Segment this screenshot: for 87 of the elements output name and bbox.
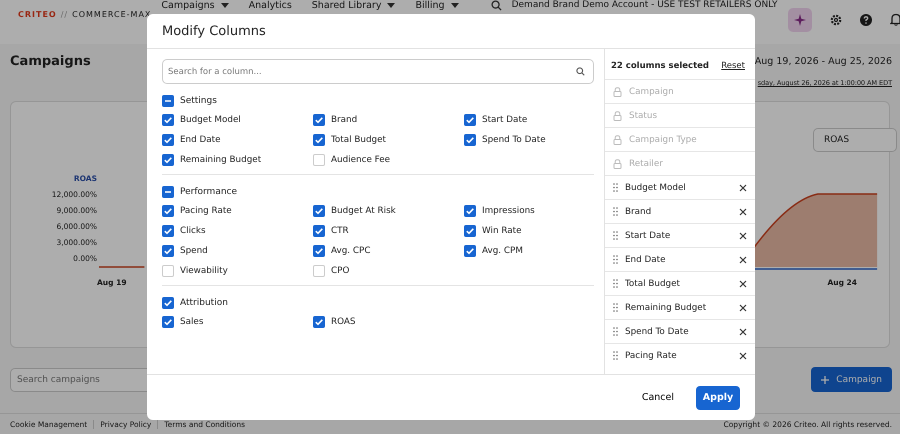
nav-link[interactable]: Shared Library <box>312 0 396 11</box>
column-checkbox[interactable]: Budget At Risk <box>313 205 464 217</box>
column-checkbox[interactable]: ROAS <box>313 316 464 328</box>
caret-icon <box>387 3 396 8</box>
column-checkbox[interactable]: Viewability <box>162 265 313 277</box>
selected-count: 22 columns selected <box>611 61 710 71</box>
reset-link[interactable]: Reset <box>721 61 745 71</box>
column-checkbox[interactable]: Budget Model <box>162 114 313 126</box>
selected-column-item[interactable]: Pacing Rate <box>605 343 755 367</box>
column-checkbox[interactable]: Spend To Date <box>464 134 604 146</box>
column-checkbox[interactable]: Sales <box>162 316 313 328</box>
close-icon[interactable] <box>739 352 747 360</box>
drag-handle-icon[interactable] <box>613 279 618 288</box>
logo-brand[interactable]: CRITEO <box>18 10 57 19</box>
close-icon[interactable] <box>739 280 747 288</box>
column-checkbox[interactable]: Spend <box>162 245 313 257</box>
line-series-segment <box>98 266 144 268</box>
notification-bell-icon[interactable] <box>890 13 900 26</box>
dialog-title: Modify Columns <box>162 24 266 38</box>
locked-column-item: Campaign Type <box>605 127 755 151</box>
metric-select[interactable]: ROAS <box>813 128 897 152</box>
selected-column-item[interactable]: Spend To Date <box>605 319 755 343</box>
caret-icon <box>450 3 459 8</box>
column-checkbox[interactable]: Avg. CPC <box>313 245 464 257</box>
account-name[interactable]: Demand Brand Demo Account - USE TEST RETAILERS ONLY <box>512 0 778 11</box>
column-checkbox[interactable]: CPO <box>313 265 464 277</box>
search-icon <box>490 0 502 11</box>
close-icon[interactable] <box>739 232 747 240</box>
section-checkbox[interactable]: Attribution <box>162 297 594 309</box>
cancel-button[interactable]: Cancel <box>636 391 680 404</box>
date-range[interactable]: Aug 19, 2026 - Aug 25, 2026 <box>754 56 892 66</box>
logo-separator: // <box>60 10 68 19</box>
drag-handle-icon[interactable] <box>613 183 618 192</box>
close-icon[interactable] <box>739 328 747 336</box>
column-checkbox[interactable]: Clicks <box>162 225 313 237</box>
plus-icon <box>821 376 830 384</box>
nav-link[interactable]: Campaigns <box>161 0 229 11</box>
selected-column-item[interactable]: Remaining Budget <box>605 295 755 319</box>
new-campaign-button[interactable]: Campaign <box>811 367 892 392</box>
selected-column-item[interactable]: Brand <box>605 199 755 223</box>
drag-handle-icon[interactable] <box>613 231 618 240</box>
selected-column-item[interactable]: Start Date <box>605 223 755 247</box>
column-checkbox[interactable]: CTR <box>313 225 464 237</box>
lock-icon <box>613 158 622 168</box>
drag-handle-icon[interactable] <box>613 327 618 336</box>
logo-product: COMMERCE-MAX <box>72 10 152 19</box>
column-checkbox[interactable]: Start Date <box>464 114 604 126</box>
sparkle-icon <box>794 14 806 26</box>
drag-handle-icon[interactable] <box>613 351 618 360</box>
lock-icon <box>613 86 622 96</box>
lock-icon <box>613 110 622 120</box>
selected-column-item[interactable]: Budget Model <box>605 175 755 199</box>
close-icon[interactable] <box>739 208 747 216</box>
locked-column-item: Status <box>605 103 755 127</box>
ai-assistant-button[interactable] <box>788 8 812 32</box>
column-checkbox[interactable]: Total Budget <box>313 134 464 146</box>
section-checkbox[interactable]: Settings <box>162 95 594 107</box>
section-checkbox[interactable]: Performance <box>162 186 594 198</box>
selected-column-item[interactable]: Total Budget <box>605 271 755 295</box>
help-icon[interactable] <box>860 14 872 26</box>
column-checkbox[interactable]: Avg. CPM <box>464 245 604 257</box>
settings-icon[interactable] <box>830 14 842 26</box>
close-icon[interactable] <box>739 256 747 264</box>
column-checkbox[interactable]: Audience Fee <box>313 154 464 166</box>
column-checkbox[interactable]: Brand <box>313 114 464 126</box>
nav-link[interactable]: Analytics <box>248 0 292 11</box>
drag-handle-icon[interactable] <box>613 255 618 264</box>
page-title: Campaigns <box>10 54 91 68</box>
column-checkbox[interactable]: Impressions <box>464 205 604 217</box>
lock-icon <box>613 134 622 144</box>
checkmark-icon <box>314 317 324 327</box>
locked-column-item: Retailer <box>605 151 755 175</box>
column-checkbox[interactable]: Pacing Rate <box>162 205 313 217</box>
selected-column-item[interactable]: End Date <box>605 247 755 271</box>
caret-icon <box>220 3 229 8</box>
column-search-field[interactable]: Search for a column... <box>162 59 594 84</box>
drag-handle-icon[interactable] <box>613 207 618 216</box>
locked-column-item: Campaign <box>605 79 755 103</box>
search-icon <box>576 67 585 76</box>
column-checkbox[interactable]: Win Rate <box>464 225 604 237</box>
column-checkbox[interactable]: Remaining Budget <box>162 154 313 166</box>
close-icon[interactable] <box>739 304 747 312</box>
close-icon[interactable] <box>739 184 747 192</box>
column-checkbox[interactable]: End Date <box>162 134 313 146</box>
nav-link[interactable]: Billing <box>415 0 459 11</box>
apply-button[interactable]: Apply <box>696 386 740 410</box>
drag-handle-icon[interactable] <box>613 303 618 312</box>
